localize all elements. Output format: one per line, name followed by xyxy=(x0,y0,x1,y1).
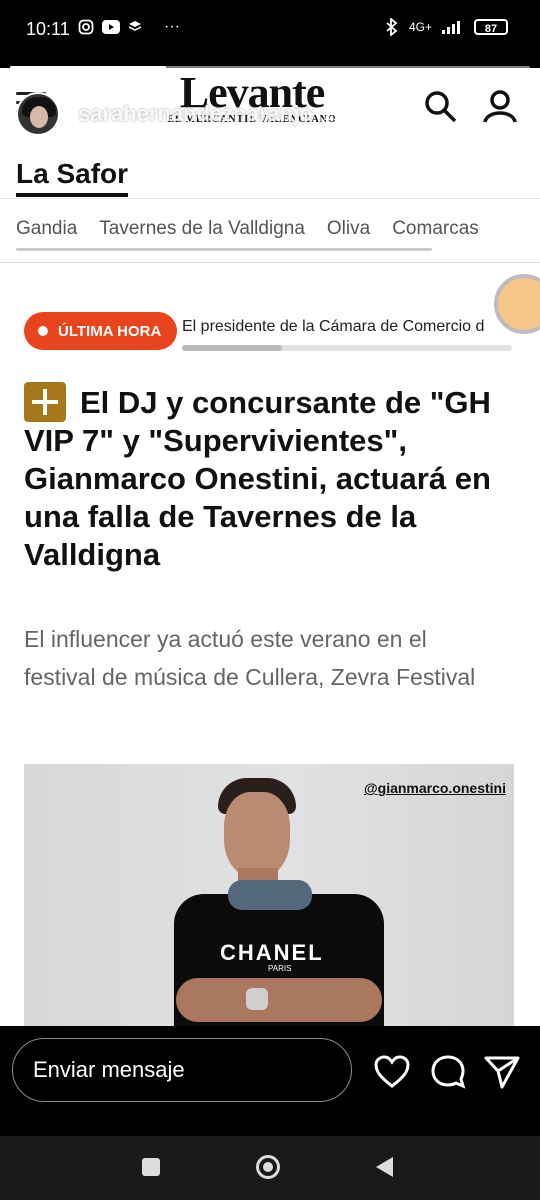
section-title[interactable]: La Safor xyxy=(16,158,128,190)
home-button[interactable] xyxy=(256,1155,280,1179)
watch-graphic xyxy=(246,988,268,1010)
story-time: 11 h xyxy=(322,102,361,125)
status-bar: 10:11 ··· 4G+ 87 xyxy=(0,0,540,60)
battery-indicator: 87 xyxy=(474,19,508,35)
status-right: 4G+ 87 xyxy=(385,18,508,36)
breaking-news[interactable]: ÚLTIMA HORA xyxy=(24,312,178,350)
youtube-icon xyxy=(102,20,120,34)
divider xyxy=(0,198,540,199)
story-content-webpage[interactable]: Levante EL MERCANTIL VALENCIANO sarahern… xyxy=(0,68,540,1026)
comment-icon[interactable] xyxy=(428,1052,468,1092)
headphones-graphic xyxy=(228,880,312,910)
live-dot-icon xyxy=(38,326,48,336)
search-icon[interactable] xyxy=(422,88,458,124)
back-button[interactable] xyxy=(376,1157,393,1177)
site-header: Levante EL MERCANTIL VALENCIANO sarahern… xyxy=(0,68,540,146)
more-dots-icon: ··· xyxy=(164,18,180,35)
message-input[interactable]: Enviar mensaje xyxy=(12,1038,352,1102)
android-navbar xyxy=(0,1136,540,1200)
instagram-icon xyxy=(78,19,94,35)
shirt-subtext: PARIS xyxy=(268,964,292,973)
section-underline xyxy=(16,193,128,197)
network-label: 4G+ xyxy=(408,20,432,34)
breaking-label: ÚLTIMA HORA xyxy=(58,322,162,340)
breaking-headline[interactable]: El presidente de la Cámara de Comercio d xyxy=(182,318,512,336)
message-bar: Enviar mensaje xyxy=(0,1026,540,1136)
subnav-scrollbar xyxy=(16,248,432,251)
recents-button[interactable] xyxy=(142,1158,160,1176)
breaking-scrollbar xyxy=(182,345,512,351)
article-headline: El DJ y concursante de "GH VIP 7" y "Sup… xyxy=(24,385,491,572)
heart-icon[interactable] xyxy=(372,1052,412,1092)
divider xyxy=(0,262,540,263)
shirt-logo: CHANEL xyxy=(220,940,324,965)
send-icon[interactable] xyxy=(482,1052,522,1092)
story-username[interactable]: sarahernandeznaranjo xyxy=(78,101,313,127)
status-time: 10:11 xyxy=(26,19,70,39)
subnav-item-oliva[interactable]: Oliva xyxy=(327,218,370,240)
notification-icons: ··· xyxy=(78,18,180,36)
subnav-item-comarcas[interactable]: Comarcas xyxy=(392,218,479,240)
article-photo: CHANEL PARIS @gianmarco.onestini xyxy=(24,764,514,1026)
user-icon[interactable] xyxy=(482,88,518,124)
layers-icon xyxy=(128,21,142,31)
photo-credit: @gianmarco.onestini xyxy=(363,780,506,796)
avatar[interactable] xyxy=(16,92,60,136)
subnav: Gandia Tavernes de la Valldigna Oliva Co… xyxy=(16,218,479,240)
story-user-info[interactable]: sarahernandeznaranjo 11 h xyxy=(16,92,360,136)
subnav-item-gandia[interactable]: Gandia xyxy=(16,218,77,240)
signal-icon xyxy=(442,21,460,34)
article-lead: El influencer ya actuó este verano en el… xyxy=(24,626,476,690)
subnav-item-tavernes[interactable]: Tavernes de la Valldigna xyxy=(99,218,305,240)
bluetooth-icon xyxy=(386,18,398,36)
breaking-badge: ÚLTIMA HORA xyxy=(24,312,178,350)
